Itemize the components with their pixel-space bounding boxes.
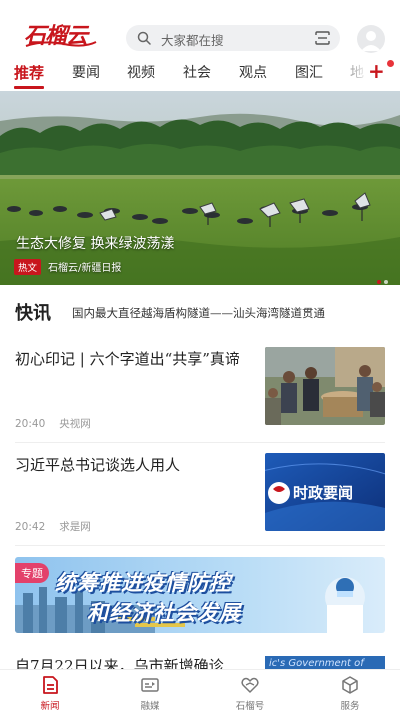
- hot-tag-badge: 热文: [14, 259, 42, 275]
- news-thumbnail: [265, 347, 385, 425]
- flash-news-bar[interactable]: 快讯 国内最大直径越海盾构隧道——汕头海湾隧道贯通: [0, 295, 400, 329]
- logo-swirl-icon: [25, 41, 97, 47]
- news-time: 20:42: [15, 521, 46, 533]
- hero-image: [0, 91, 400, 285]
- news-title: 初心印记 | 六个字道出“共享”真谛: [15, 350, 240, 368]
- news-item[interactable]: 初心印记 | 六个字道出“共享”真谛 20:40 央视网: [15, 347, 385, 437]
- news-item[interactable]: 习近平总书记谈选人用人 20:42 求是网 时政要闻: [15, 453, 385, 538]
- nav-service[interactable]: 服务: [320, 675, 380, 711]
- flash-headline[interactable]: 国内最大直径越海盾构隧道——汕头海湾隧道贯通: [72, 305, 325, 321]
- channel-tabs: 推荐 要闻 视频 社会 观点 图汇 地 +: [0, 58, 400, 90]
- news-meta: 20:40 央视网: [15, 416, 91, 431]
- news-thumbnail: 时政要闻: [265, 453, 385, 531]
- news-meta: 20:42 求是网: [15, 519, 91, 534]
- carousel-indicator: [374, 269, 388, 285]
- tab-society[interactable]: 社会: [183, 62, 211, 82]
- box-icon: [342, 676, 358, 694]
- thumb-caption-partial: ic's Government of: [269, 658, 364, 669]
- news-source: 央视网: [59, 418, 91, 430]
- user-icon: [361, 31, 381, 51]
- hero-banner[interactable]: 生态大修复 换来绿波荡漾 热文 石榴云/新疆日报: [0, 91, 400, 285]
- news-icon: [43, 676, 58, 694]
- news-time: 20:40: [15, 418, 46, 430]
- nav-shiliu[interactable]: 石榴号: [220, 675, 280, 711]
- carousel-dot-active: [377, 280, 381, 284]
- news-photo: 时政要闻: [265, 453, 385, 531]
- banner-source: 石榴云/新疆日报: [48, 263, 122, 274]
- heart-icon: [241, 677, 259, 693]
- tab-gallery[interactable]: 图汇: [295, 62, 323, 82]
- scan-icon[interactable]: [315, 31, 330, 45]
- nav-news[interactable]: 新闻: [20, 675, 80, 711]
- nav-label: 石榴号: [235, 701, 265, 711]
- notification-dot: [387, 60, 394, 67]
- nav-label: 融媒: [140, 701, 160, 711]
- tab-video[interactable]: 视频: [127, 62, 155, 82]
- tab-headlines[interactable]: 要闻: [72, 62, 100, 82]
- nav-media[interactable]: 融媒: [120, 675, 180, 711]
- bottom-nav: 新闻 融媒 石榴号 服务: [0, 669, 400, 711]
- carousel-dot: [384, 280, 388, 284]
- divider: [15, 442, 385, 443]
- user-avatar[interactable]: [357, 25, 385, 53]
- special-topic-banner[interactable]: 专题 统筹推进疫情防控 和经济社会发展: [15, 557, 385, 633]
- special-tag-badge: 专题: [15, 563, 49, 583]
- app-header: 石榴云 大家都在搜: [0, 0, 400, 58]
- news-source: 求是网: [59, 521, 91, 533]
- special-title-line1: 统筹推进疫情防控: [55, 571, 231, 595]
- divider: [15, 545, 385, 546]
- banner-title: 生态大修复 换来绿波荡漾: [16, 236, 175, 252]
- search-icon: [137, 31, 151, 45]
- tab-recommend[interactable]: 推荐: [14, 62, 44, 83]
- special-title-line2: 和经济社会发展: [87, 601, 241, 625]
- flash-label: 快讯: [15, 303, 51, 324]
- active-tab-indicator: [14, 86, 44, 89]
- thumb-caption: 时政要闻: [293, 484, 353, 502]
- media-icon: [141, 678, 159, 692]
- tab-opinion[interactable]: 观点: [239, 62, 267, 82]
- nav-label: 服务: [340, 701, 360, 711]
- news-title: 习近平总书记谈选人用人: [15, 456, 181, 474]
- add-channel-icon[interactable]: +: [368, 61, 385, 81]
- nav-label: 新闻: [40, 701, 60, 711]
- search-placeholder: 大家都在搜: [161, 33, 224, 48]
- search-bar[interactable]: 大家都在搜: [126, 25, 340, 51]
- news-photo: [265, 347, 385, 425]
